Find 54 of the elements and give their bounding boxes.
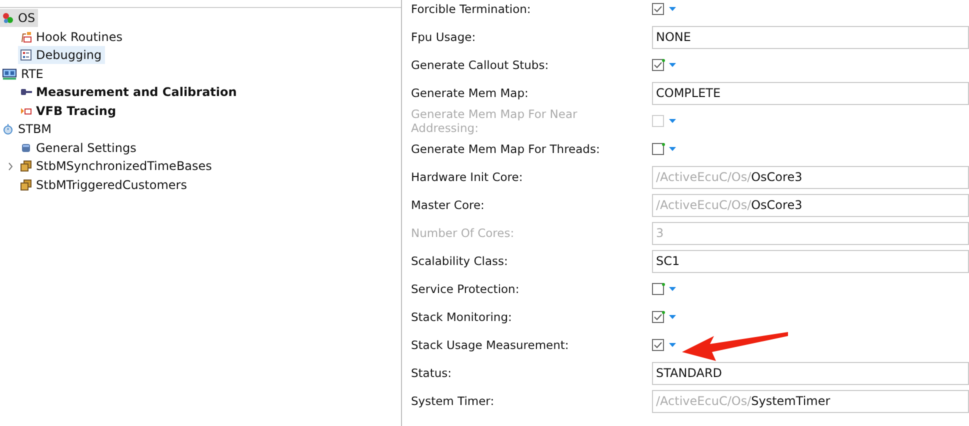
property-label: Stack Usage Measurement:: [411, 338, 570, 352]
monitor-icon: [2, 68, 17, 80]
dropdown-icon[interactable]: [669, 6, 676, 12]
checkbox[interactable]: [652, 2, 665, 16]
dropdown-icon[interactable]: [669, 286, 676, 292]
tree-item[interactable]: OS: [0, 9, 38, 28]
property-label: Number Of Cores:: [411, 226, 516, 240]
tree-item[interactable]: StbMTriggeredCustomers: [18, 176, 190, 194]
property-label: Fpu Usage:: [411, 30, 477, 44]
cylinder-icon: [20, 142, 32, 154]
reference-field[interactable]: /ActiveEcuC/Os/OsCore3: [652, 166, 969, 188]
property-label: Forcible Termination:: [411, 2, 532, 16]
tree-item[interactable]: VFB Tracing: [18, 102, 120, 120]
dropdown-icon[interactable]: [669, 146, 676, 152]
property-label: Generate Mem Map For Threads:: [411, 142, 601, 156]
tree-item[interactable]: Hook Routines: [18, 28, 126, 46]
stopwatch-icon: [2, 123, 14, 136]
property-label: System Timer:: [411, 394, 496, 408]
tree-item[interactable]: General Settings: [18, 138, 140, 157]
input-field[interactable]: COMPLETE: [652, 82, 969, 104]
property-label: Stack Monitoring:: [411, 310, 513, 324]
expand-icon[interactable]: [6, 162, 15, 171]
tree-item[interactable]: StbMSynchronizedTimeBases: [18, 157, 215, 176]
function-icon: [20, 30, 32, 43]
checkbox[interactable]: [652, 282, 665, 296]
checkbox[interactable]: [652, 142, 665, 156]
input-field[interactable]: SC1: [652, 250, 969, 272]
property-label: Status:: [411, 366, 453, 380]
property-label: Generate Mem Map For Near Addressing:: [411, 107, 578, 135]
component-icon: [2, 12, 14, 24]
checkbox[interactable]: [652, 58, 665, 72]
dropdown-icon[interactable]: [669, 62, 676, 68]
property-label: Scalability Class:: [411, 254, 509, 268]
property-label: Service Protection:: [411, 282, 520, 296]
cubes-icon: [20, 160, 32, 172]
tree-item[interactable]: Debugging: [18, 46, 105, 64]
property-label: Hardware Init Core:: [411, 170, 524, 184]
property-label: Generate Mem Map:: [411, 86, 530, 100]
checkbox[interactable]: [652, 310, 665, 324]
dropdown-icon[interactable]: [669, 118, 676, 124]
tree-item[interactable]: STBM: [0, 120, 55, 138]
reference-field[interactable]: /ActiveEcuC/Os/OsCore3: [652, 194, 969, 216]
input-field[interactable]: NONE: [652, 26, 969, 48]
property-label: Generate Callout Stubs:: [411, 58, 550, 72]
form-icon: [20, 49, 32, 62]
tree-item[interactable]: Measurement and Calibration: [18, 83, 240, 102]
tree-item[interactable]: RTE: [0, 64, 46, 83]
checkbox[interactable]: [652, 338, 665, 352]
dropdown-icon[interactable]: [669, 342, 676, 348]
reference-field[interactable]: /ActiveEcuC/Os/SystemTimer: [652, 390, 969, 412]
input-field[interactable]: STANDARD: [652, 362, 969, 384]
cubes-icon: [20, 178, 32, 191]
dropdown-icon[interactable]: [669, 314, 676, 320]
property-label: Master Core:: [411, 198, 486, 212]
